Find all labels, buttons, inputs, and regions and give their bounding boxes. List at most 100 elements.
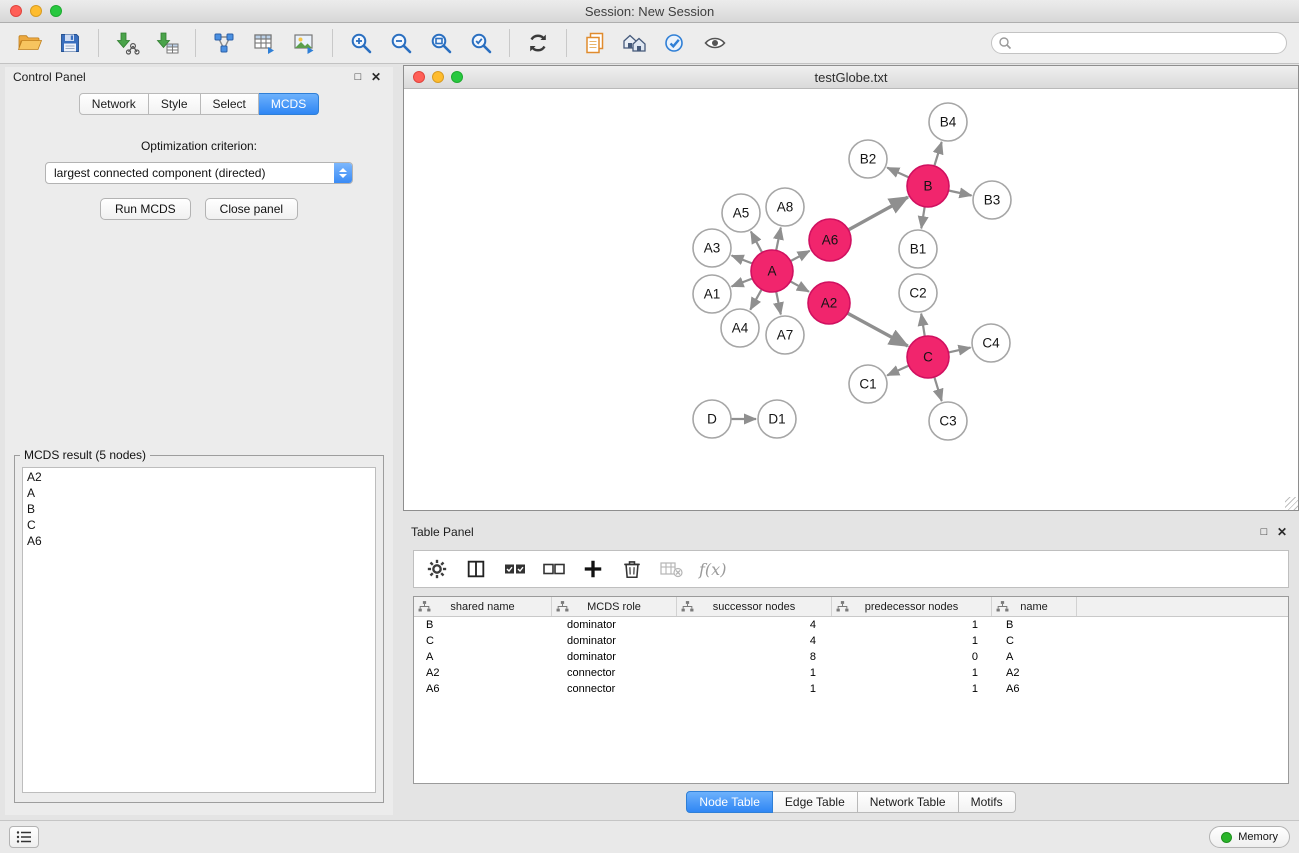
column-header-mcds-role[interactable]: MCDS role	[552, 597, 677, 616]
result-item[interactable]: A6	[27, 533, 371, 549]
minimize-view-icon[interactable]	[432, 71, 444, 83]
float-table-panel-icon[interactable]: □	[1255, 526, 1273, 538]
table-cell[interactable]: 8	[677, 651, 832, 663]
edge-B-B1[interactable]	[921, 207, 924, 229]
table-cell[interactable]: A6	[414, 683, 552, 695]
table-row[interactable]: Cdominator41C	[414, 633, 1288, 649]
node-A7[interactable]: A7	[766, 316, 804, 354]
delete-table-button[interactable]	[658, 556, 684, 582]
table-settings-button[interactable]	[424, 556, 450, 582]
result-item[interactable]: A	[27, 485, 371, 501]
criterion-select[interactable]: largest connected component (directed)	[45, 162, 353, 184]
edge-A-A8[interactable]	[776, 228, 781, 251]
tab-network-table[interactable]: Network Table	[858, 791, 959, 813]
first-neighbors-button[interactable]	[615, 26, 655, 60]
edge-A-A2[interactable]	[790, 281, 809, 291]
new-network-button[interactable]	[204, 26, 244, 60]
mcds-result-list[interactable]: A2ABCA6	[22, 467, 376, 793]
edge-A6-B[interactable]	[848, 197, 908, 230]
edge-A-A6[interactable]	[791, 251, 810, 261]
tab-network[interactable]: Network	[79, 93, 149, 115]
memory-button[interactable]: Memory	[1209, 826, 1290, 848]
export-image-button[interactable]	[284, 26, 324, 60]
edge-A-A4[interactable]	[750, 289, 761, 309]
edge-C-C1[interactable]	[887, 366, 909, 376]
close-panel-button[interactable]: Close panel	[205, 198, 298, 220]
add-column-button[interactable]	[580, 556, 606, 582]
node-A5[interactable]: A5	[722, 194, 760, 232]
close-window-icon[interactable]	[10, 5, 22, 17]
refresh-button[interactable]	[518, 26, 558, 60]
table-cell[interactable]: 1	[677, 683, 832, 695]
network-window-titlebar[interactable]: testGlobe.txt	[404, 66, 1298, 89]
zoom-in-button[interactable]	[341, 26, 381, 60]
node-D[interactable]: D	[693, 400, 731, 438]
import-network-button[interactable]	[107, 26, 147, 60]
minimize-window-icon[interactable]	[30, 5, 42, 17]
table-cell[interactable]: 1	[832, 667, 992, 679]
run-mcds-button[interactable]: Run MCDS	[100, 198, 191, 220]
node-A4[interactable]: A4	[721, 309, 759, 347]
node-B3[interactable]: B3	[973, 181, 1011, 219]
edge-B-B4[interactable]	[934, 142, 941, 166]
zoom-view-icon[interactable]	[451, 71, 463, 83]
close-table-panel-icon[interactable]: ✕	[1273, 525, 1291, 539]
table-cell[interactable]: B	[414, 619, 552, 631]
table-cell[interactable]: A2	[992, 667, 1077, 679]
tab-edge-table[interactable]: Edge Table	[773, 791, 858, 813]
table-cell[interactable]: C	[414, 635, 552, 647]
node-B2[interactable]: B2	[849, 140, 887, 178]
zoom-fit-button[interactable]	[421, 26, 461, 60]
task-history-button[interactable]	[9, 826, 39, 848]
node-A8[interactable]: A8	[766, 188, 804, 226]
node-A6[interactable]: A6	[809, 219, 851, 261]
search-input[interactable]	[991, 32, 1287, 54]
table-cell[interactable]: A	[992, 651, 1077, 663]
resize-handle[interactable]	[1285, 497, 1298, 510]
save-session-button[interactable]	[50, 26, 90, 60]
zoom-selected-button[interactable]	[461, 26, 501, 60]
table-cell[interactable]: A	[414, 651, 552, 663]
close-view-icon[interactable]	[413, 71, 425, 83]
node-D1[interactable]: D1	[758, 400, 796, 438]
table-cell[interactable]: A2	[414, 667, 552, 679]
zoom-window-icon[interactable]	[50, 5, 62, 17]
result-item[interactable]: B	[27, 501, 371, 517]
zoom-out-button[interactable]	[381, 26, 421, 60]
table-cell[interactable]: B	[992, 619, 1077, 631]
node-A1[interactable]: A1	[693, 275, 731, 313]
tab-motifs[interactable]: Motifs	[959, 791, 1016, 813]
tab-node-table[interactable]: Node Table	[686, 791, 773, 813]
new-table-button[interactable]	[244, 26, 284, 60]
delete-column-button[interactable]	[619, 556, 645, 582]
table-row[interactable]: Bdominator41B	[414, 617, 1288, 633]
edge-B-B2[interactable]	[887, 168, 909, 178]
node-A[interactable]: A	[751, 250, 793, 292]
edge-A2-C[interactable]	[847, 313, 907, 346]
tab-select[interactable]: Select	[201, 93, 259, 115]
table-cell[interactable]: 1	[832, 635, 992, 647]
table-cell[interactable]: 0	[832, 651, 992, 663]
node-A2[interactable]: A2	[808, 282, 850, 324]
node-B1[interactable]: B1	[899, 230, 937, 268]
edge-C-C3[interactable]	[934, 377, 941, 401]
table-row[interactable]: A6connector11A6	[414, 681, 1288, 697]
select-all-button[interactable]	[502, 556, 528, 582]
table-cell[interactable]: dominator	[552, 651, 677, 663]
show-columns-button[interactable]	[463, 556, 489, 582]
tab-style[interactable]: Style	[149, 93, 201, 115]
column-header-successor-nodes[interactable]: successor nodes	[677, 597, 832, 616]
column-header-shared-name[interactable]: shared name	[414, 597, 552, 616]
table-cell[interactable]: dominator	[552, 619, 677, 631]
column-header-predecessor-nodes[interactable]: predecessor nodes	[832, 597, 992, 616]
column-header-name[interactable]: name	[992, 597, 1077, 616]
show-graphics-button[interactable]	[695, 26, 735, 60]
table-cell[interactable]: 4	[677, 635, 832, 647]
import-table-button[interactable]	[147, 26, 187, 60]
edge-A-A3[interactable]	[732, 256, 753, 264]
table-cell[interactable]: A6	[992, 683, 1077, 695]
node-C4[interactable]: C4	[972, 324, 1010, 362]
node-A3[interactable]: A3	[693, 229, 731, 267]
edge-A-A1[interactable]	[732, 279, 753, 287]
table-cell[interactable]: connector	[552, 683, 677, 695]
